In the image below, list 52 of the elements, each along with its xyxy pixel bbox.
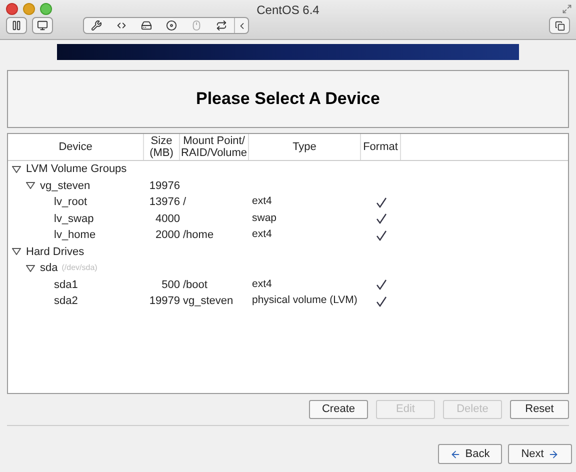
column-header[interactable]: Type	[249, 134, 361, 160]
arrow-right-icon	[548, 448, 559, 460]
device-name: lv_root	[54, 195, 88, 210]
column-header[interactable]: Size (MB)	[144, 134, 180, 160]
mount-point-cell: /home	[183, 229, 214, 241]
type-cell: ext4	[252, 228, 272, 240]
size-cell-text: 19979	[149, 294, 180, 309]
close-button[interactable]	[6, 3, 18, 15]
device-name: LVM Volume Groups	[26, 162, 127, 177]
snapshot-button[interactable]	[32, 17, 53, 34]
device-name: lv_home	[54, 228, 96, 243]
expanded-triangle-icon[interactable]	[26, 264, 35, 272]
next-button[interactable]: Next	[508, 444, 572, 464]
expanded-triangle-icon[interactable]	[12, 248, 21, 256]
arrow-left-icon	[450, 448, 462, 460]
mount-point-cell: /boot	[183, 278, 208, 290]
type-cell: ext4	[252, 278, 272, 290]
expanded-triangle-icon[interactable]	[26, 182, 35, 190]
pause-button[interactable]	[6, 17, 27, 34]
device-name: vg_steven	[40, 178, 90, 194]
zoom-button[interactable]	[40, 3, 52, 15]
pause-icon	[11, 20, 22, 31]
device-name: sda1	[54, 278, 78, 292]
fullscreen-icon[interactable]	[562, 4, 572, 14]
windows-icon	[554, 20, 564, 30]
window-title: CentOS 6.4	[256, 2, 320, 19]
device-name: Hard Drives	[26, 244, 84, 260]
type-cell: ext4	[252, 195, 272, 208]
column-header[interactable]: Format	[361, 134, 401, 160]
column-header[interactable]: Mount Point/ RAID/Volume	[180, 134, 249, 160]
back-button[interactable]: Back	[438, 444, 502, 464]
device-path: (/dev/sda)	[62, 262, 98, 274]
size-cell-text: 19976	[149, 178, 180, 194]
column-header[interactable]: Device	[8, 134, 144, 160]
device-name: lv_swap	[54, 212, 94, 226]
action-button[interactable]: Create	[309, 400, 368, 419]
type-cell: physical volume (LVM)	[252, 294, 358, 306]
device-name: sda2	[54, 294, 78, 309]
size-cell-text: 4000	[156, 212, 180, 226]
size-cell-text: 2000	[156, 228, 180, 243]
size-cell-text: 13976	[149, 195, 180, 210]
device-name: sda	[40, 261, 58, 276]
mount-point-cell: /	[183, 196, 186, 208]
window-mode-button[interactable]	[549, 17, 570, 34]
page-heading: Please Select A Device	[196, 88, 380, 110]
action-button[interactable]: Reset	[510, 400, 569, 419]
monitor-icon	[37, 20, 48, 31]
size-cell-text: 500	[162, 278, 180, 292]
expanded-triangle-icon[interactable]	[12, 166, 21, 173]
mount-point-cell: vg_steven	[183, 295, 234, 307]
type-cell: swap	[252, 212, 277, 224]
minimize-button[interactable]	[23, 3, 35, 15]
